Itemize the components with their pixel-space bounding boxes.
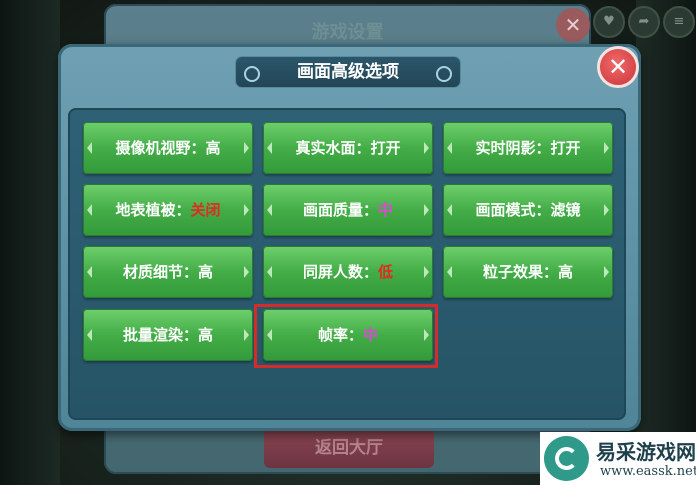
option-value: 打开 — [550, 139, 581, 157]
option-picture-quality[interactable]: 画面质量：中 — [263, 184, 433, 236]
background-left-scene — [0, 0, 60, 485]
frame-rate-highlight — [254, 304, 438, 368]
heart-icon[interactable]: ♥ — [593, 6, 625, 38]
panel-title-text: 画面高级选项 — [297, 62, 399, 82]
close-button[interactable]: ✕ — [597, 46, 639, 88]
option-label: 画面模式： — [475, 201, 551, 219]
option-value: 高 — [558, 263, 574, 281]
option-realtime-shadow[interactable]: 实时阴影：打开 — [443, 122, 613, 174]
option-label: 地表植被： — [115, 201, 191, 219]
game-settings-close-icon[interactable]: ✕ — [556, 8, 590, 42]
watermark-name: 易采游戏网 — [596, 440, 696, 464]
option-real-water[interactable]: 真实水面：打开 — [263, 122, 433, 174]
option-label: 同屏人数： — [302, 263, 378, 281]
top-right-toolbar: ♥ ➦ ≡ — [591, 4, 696, 40]
option-ground-vegetation[interactable]: 地表植被：关闭 — [83, 184, 253, 236]
share-icon[interactable]: ➦ — [628, 6, 660, 38]
option-value: 关闭 — [190, 201, 221, 219]
option-onscreen-players[interactable]: 同屏人数：低 — [263, 246, 433, 298]
panel-title: 画面高级选项 — [236, 57, 460, 87]
option-label: 画面质量： — [302, 201, 378, 219]
option-value: 中 — [378, 201, 394, 219]
menu-icon[interactable]: ≡ — [663, 6, 695, 38]
option-value: 高 — [198, 326, 214, 344]
watermark-url: www.eassk.net — [600, 464, 696, 479]
option-value: 低 — [378, 263, 394, 281]
option-value: 高 — [205, 139, 221, 157]
option-label: 摄像机视野： — [115, 139, 206, 157]
option-value: 打开 — [370, 139, 401, 157]
game-settings-title: 游戏设置 — [311, 22, 384, 43]
option-camera-fov[interactable]: 摄像机视野：高 — [83, 122, 253, 174]
title-ornament-left-icon — [244, 66, 260, 82]
option-value: 滤镜 — [550, 201, 581, 219]
option-picture-mode[interactable]: 画面模式：滤镜 — [443, 184, 613, 236]
background-right-scene — [636, 0, 696, 485]
option-label: 实时阴影： — [475, 139, 551, 157]
option-texture-detail[interactable]: 材质细节：高 — [83, 246, 253, 298]
option-value: 高 — [198, 263, 214, 281]
option-label: 真实水面： — [295, 139, 371, 157]
option-batch-rendering[interactable]: 批量渲染：高 — [83, 309, 253, 361]
watermark-logo-icon — [544, 436, 589, 481]
option-label: 材质细节： — [122, 263, 198, 281]
option-particle-effects[interactable]: 粒子效果：高 — [443, 246, 613, 298]
option-label: 粒子效果： — [482, 263, 558, 281]
watermark: 易采游戏网 www.eassk.net — [540, 432, 696, 485]
option-label: 批量渲染： — [122, 326, 198, 344]
return-hall-button[interactable]: 返回大厅 — [264, 428, 434, 468]
title-ornament-right-icon — [436, 66, 452, 82]
